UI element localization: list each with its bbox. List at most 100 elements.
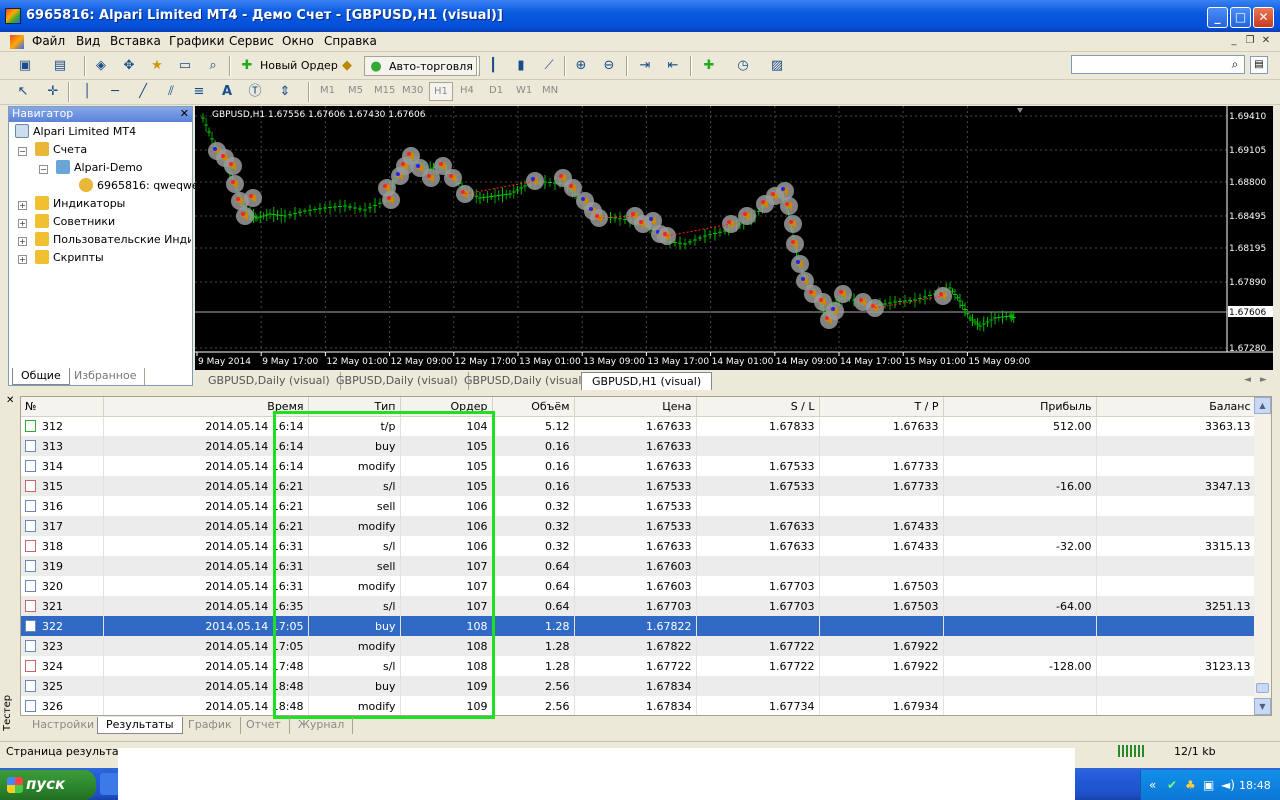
zoom-in-icon[interactable]: ⊕ bbox=[570, 56, 592, 76]
maximize-button[interactable]: □ bbox=[1230, 7, 1251, 28]
column-header[interactable]: Объём bbox=[492, 397, 575, 417]
expand-icon[interactable]: + bbox=[18, 201, 27, 210]
tab-journal[interactable]: Журнал bbox=[290, 717, 354, 734]
close-button[interactable]: ✕ bbox=[1253, 7, 1274, 28]
chart-shift-icon[interactable]: ⇤ bbox=[662, 56, 684, 76]
table-row[interactable]: 324 2014.05.14 17:48 s/l 108 1.28 1.67722 1.67… bbox=[21, 656, 1256, 676]
tray-arrow-icon[interactable]: « bbox=[1149, 778, 1156, 792]
tf-d1[interactable]: D1 bbox=[489, 85, 503, 96]
scroll-down-icon[interactable]: ▼ bbox=[1254, 698, 1271, 715]
tab-scroll-right-icon[interactable]: ► bbox=[1260, 375, 1267, 385]
tf-mn[interactable]: MN bbox=[542, 85, 558, 96]
tab-results[interactable]: Результаты bbox=[97, 717, 183, 734]
table-row[interactable]: 314 2014.05.14 16:14 modify 105 0.16 1.67633 1… bbox=[21, 456, 1256, 476]
tf-w1[interactable]: W1 bbox=[516, 85, 532, 96]
menu-charts[interactable]: Графики bbox=[169, 34, 224, 48]
new-order-button[interactable]: ✚ Новый Ордер bbox=[236, 56, 338, 76]
zoom-out-icon[interactable]: ⊖ bbox=[598, 56, 620, 76]
tree-root[interactable]: Alpari Limited MT4 bbox=[15, 124, 136, 140]
table-row[interactable]: 320 2014.05.14 16:31 modify 107 0.64 1.67603 1… bbox=[21, 576, 1256, 596]
menu-window[interactable]: Окно bbox=[282, 34, 314, 48]
community-icon[interactable]: ▤ bbox=[1250, 56, 1268, 74]
column-header[interactable]: Баланс bbox=[1096, 397, 1256, 417]
tree-account[interactable]: 6965816: qweqwe bbox=[79, 178, 199, 194]
mdi-close-button[interactable]: ✕ bbox=[1258, 34, 1274, 49]
tree-custom[interactable]: Пользовательские Индикаторы bbox=[35, 232, 191, 248]
scroll-thumb[interactable] bbox=[1256, 683, 1269, 693]
tree-accounts[interactable]: Счета bbox=[35, 142, 87, 158]
tf-m1[interactable]: M1 bbox=[320, 85, 335, 96]
start-button[interactable]: пуск bbox=[0, 770, 96, 800]
collapse-icon[interactable]: − bbox=[18, 147, 27, 156]
tab-favorites[interactable]: Избранное bbox=[66, 368, 146, 385]
column-header[interactable]: № bbox=[21, 397, 104, 417]
tree-advisors[interactable]: Советники bbox=[35, 214, 115, 230]
trendline-icon[interactable]: ╱ bbox=[132, 82, 154, 102]
terminal-icon[interactable]: ▭ bbox=[174, 56, 196, 76]
templates-icon[interactable]: ▨ bbox=[766, 56, 788, 76]
table-row[interactable]: 319 2014.05.14 16:31 sell 107 0.64 1.67603 bbox=[21, 556, 1256, 576]
menu-insert[interactable]: Вставка bbox=[110, 34, 161, 48]
text-label-icon[interactable]: Ⓣ bbox=[244, 82, 266, 102]
line-chart-icon[interactable]: ⟋ bbox=[538, 56, 560, 76]
app-icon[interactable] bbox=[5, 8, 21, 24]
tree-server[interactable]: Alpari-Demo bbox=[56, 160, 143, 176]
navigator-close-icon[interactable]: ✕ bbox=[180, 107, 189, 121]
indicators-icon[interactable]: ✚ bbox=[698, 56, 720, 76]
periods-icon[interactable]: ◷ bbox=[732, 56, 754, 76]
table-row[interactable]: 317 2014.05.14 16:21 modify 106 0.32 1.67533 1… bbox=[21, 516, 1256, 536]
table-row[interactable]: 325 2014.05.14 18:48 buy 109 2.56 1.67834 bbox=[21, 676, 1256, 696]
crosshair-icon[interactable]: ✛ bbox=[42, 82, 64, 102]
scroll-up-icon[interactable]: ▲ bbox=[1254, 397, 1271, 414]
metaeditor-icon[interactable]: ◆ bbox=[336, 56, 358, 76]
table-row[interactable]: 322 2014.05.14 17:05 buy 108 1.28 1.67822 bbox=[21, 616, 1256, 636]
expand-icon[interactable]: + bbox=[18, 255, 27, 264]
vertical-line-icon[interactable]: │ bbox=[76, 82, 98, 102]
table-row[interactable]: 323 2014.05.14 17:05 modify 108 1.28 1.67822 1… bbox=[21, 636, 1256, 656]
text-tool-icon[interactable]: A bbox=[216, 82, 238, 102]
chart-tab-2[interactable]: GBPUSD,Daily (visual) bbox=[326, 372, 469, 390]
tab-settings[interactable]: Настройки bbox=[24, 717, 104, 734]
column-header[interactable]: Время bbox=[103, 397, 309, 417]
expand-icon[interactable]: + bbox=[18, 237, 27, 246]
table-row[interactable]: 318 2014.05.14 16:31 s/l 106 0.32 1.67633 1.67… bbox=[21, 536, 1256, 556]
table-row[interactable]: 326 2014.05.14 18:48 modify 109 2.56 1.67834 1… bbox=[21, 696, 1256, 715]
table-row[interactable]: 321 2014.05.14 16:35 s/l 107 0.64 1.67703 1.67… bbox=[21, 596, 1256, 616]
new-chart-icon[interactable]: ▣ bbox=[14, 56, 36, 76]
auto-scroll-icon[interactable]: ⇥ bbox=[634, 56, 656, 76]
document-icon[interactable] bbox=[10, 35, 24, 49]
tester-close-icon[interactable]: ✕ bbox=[6, 395, 14, 406]
chart-tab-4[interactable]: GBPUSD,H1 (visual) bbox=[581, 372, 713, 390]
menu-service[interactable]: Сервис bbox=[229, 34, 274, 48]
tf-m30[interactable]: M30 bbox=[402, 85, 423, 96]
menu-file[interactable]: Файл bbox=[32, 34, 65, 48]
strategy-tester-icon[interactable]: ⌕ bbox=[202, 56, 224, 76]
mdi-minimize-button[interactable]: _ bbox=[1226, 34, 1242, 49]
equidistant-channel-icon[interactable]: ⫽ bbox=[160, 82, 182, 102]
table-row[interactable]: 316 2014.05.14 16:21 sell 106 0.32 1.67533 bbox=[21, 496, 1256, 516]
arrows-icon[interactable]: ⇕ bbox=[274, 82, 296, 102]
table-row[interactable]: 313 2014.05.14 16:14 buy 105 0.16 1.67633 bbox=[21, 436, 1256, 456]
chart-tab-1[interactable]: GBPUSD,Daily (visual) bbox=[198, 372, 341, 390]
tab-graph[interactable]: График bbox=[180, 717, 241, 734]
expand-icon[interactable]: + bbox=[18, 219, 27, 228]
tf-m15[interactable]: M15 bbox=[374, 85, 395, 96]
table-row[interactable]: 315 2014.05.14 16:21 s/l 105 0.16 1.67533 1.67… bbox=[21, 476, 1256, 496]
table-row[interactable]: 312 2014.05.14 16:14 t/p 104 5.12 1.67633 1.67… bbox=[21, 416, 1256, 436]
tf-m5[interactable]: M5 bbox=[348, 85, 363, 96]
tab-scroll-left-icon[interactable]: ◄ bbox=[1244, 375, 1251, 385]
tab-general[interactable]: Общие bbox=[12, 368, 70, 385]
cursor-icon[interactable]: ↖ bbox=[12, 82, 34, 102]
price-chart[interactable]: 1.69410 1.69105 1.68800 1.68495 1.68195 1.678… bbox=[195, 106, 1273, 370]
column-header[interactable]: Цена bbox=[574, 397, 697, 417]
taskbar-app-icon[interactable] bbox=[100, 773, 120, 795]
column-header[interactable]: T / P bbox=[819, 397, 944, 417]
tab-report[interactable]: Отчет bbox=[238, 717, 290, 734]
profiles-icon[interactable]: ▤ bbox=[49, 56, 71, 76]
bar-chart-icon[interactable]: ┃ bbox=[482, 56, 504, 76]
autotrade-button[interactable]: ● Авто-торговля bbox=[364, 56, 480, 76]
mdi-restore-button[interactable]: ❐ bbox=[1242, 34, 1258, 49]
search-input[interactable] bbox=[1071, 55, 1245, 74]
candlestick-icon[interactable]: ▮ bbox=[510, 56, 532, 76]
results-scrollbar[interactable]: ▲ ▼ bbox=[1254, 397, 1271, 715]
